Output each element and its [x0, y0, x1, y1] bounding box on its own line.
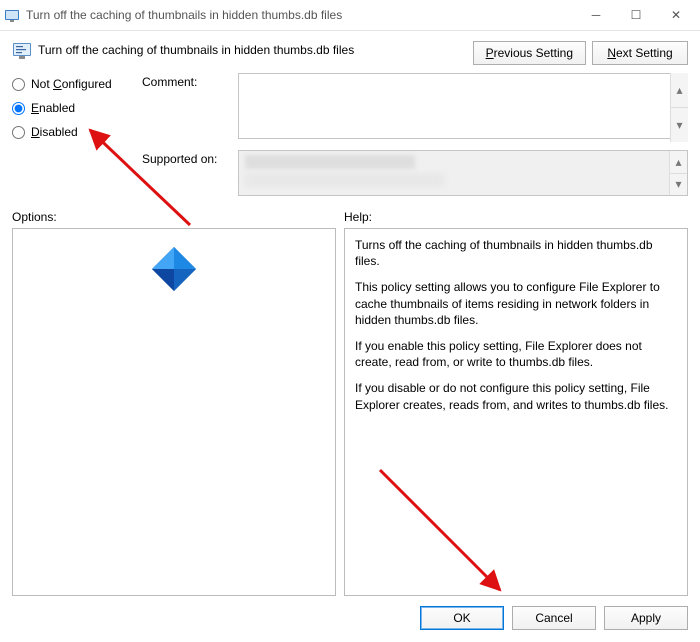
apply-button[interactable]: Apply [604, 606, 688, 630]
comment-textarea[interactable] [238, 73, 688, 139]
help-text: This policy setting allows you to config… [355, 279, 677, 328]
radio-disabled-input[interactable] [12, 126, 25, 139]
help-text: Turns off the caching of thumbnails in h… [355, 237, 677, 269]
radio-enabled-input[interactable] [12, 102, 25, 115]
comment-scroll[interactable]: ▴▾ [670, 73, 688, 142]
windowsclub-logo-icon [150, 245, 198, 293]
supported-redacted [245, 155, 415, 169]
nav-buttons: Previous Setting Next Setting [473, 41, 688, 65]
config-area: Not Configured Enabled Disabled Comment:… [0, 65, 700, 196]
title-bar: Turn off the caching of thumbnails in hi… [0, 0, 700, 31]
ok-button[interactable]: OK [420, 606, 504, 630]
help-pane: Turns off the caching of thumbnails in h… [344, 228, 688, 596]
window-title: Turn off the caching of thumbnails in hi… [26, 8, 576, 22]
fields: Comment: ▴▾ Supported on: ▴▾ [142, 73, 688, 196]
minimize-button[interactable]: ─ [576, 1, 616, 29]
state-radios: Not Configured Enabled Disabled [12, 73, 142, 196]
radio-disabled[interactable]: Disabled [12, 125, 142, 139]
chevron-down-icon: ▾ [671, 108, 688, 142]
dialog-footer: OK Cancel Apply [0, 596, 700, 642]
chevron-down-icon: ▾ [670, 174, 687, 196]
panes: Turns off the caching of thumbnails in h… [0, 228, 700, 596]
supported-on-box: ▴▾ [238, 150, 688, 196]
gpedit-policy-window: Turn off the caching of thumbnails in hi… [0, 0, 700, 642]
supported-scroll[interactable]: ▴▾ [669, 151, 687, 195]
window-controls: ─ ☐ ✕ [576, 1, 696, 29]
next-setting-button[interactable]: Next Setting [592, 41, 688, 65]
options-pane [12, 228, 336, 596]
previous-setting-button[interactable]: Previous Setting [473, 41, 586, 65]
help-text: If you enable this policy setting, File … [355, 338, 677, 370]
supported-redacted [245, 173, 445, 187]
help-text: If you disable or do not configure this … [355, 380, 677, 412]
app-icon [4, 7, 20, 23]
policy-header: Turn off the caching of thumbnails in hi… [0, 31, 700, 65]
supported-on-label: Supported on: [142, 150, 232, 166]
radio-enabled[interactable]: Enabled [12, 101, 142, 115]
pane-labels: Options: Help: [0, 196, 700, 228]
radio-not-configured[interactable]: Not Configured [12, 77, 142, 91]
close-button[interactable]: ✕ [656, 1, 696, 29]
policy-icon [12, 41, 32, 61]
maximize-button[interactable]: ☐ [616, 1, 656, 29]
chevron-up-icon: ▴ [671, 73, 688, 108]
radio-not-configured-input[interactable] [12, 78, 25, 91]
chevron-up-icon: ▴ [670, 151, 687, 174]
options-label: Options: [12, 210, 344, 224]
comment-label: Comment: [142, 73, 232, 89]
help-label: Help: [344, 210, 372, 224]
cancel-button[interactable]: Cancel [512, 606, 596, 630]
policy-title: Turn off the caching of thumbnails in hi… [38, 41, 473, 57]
